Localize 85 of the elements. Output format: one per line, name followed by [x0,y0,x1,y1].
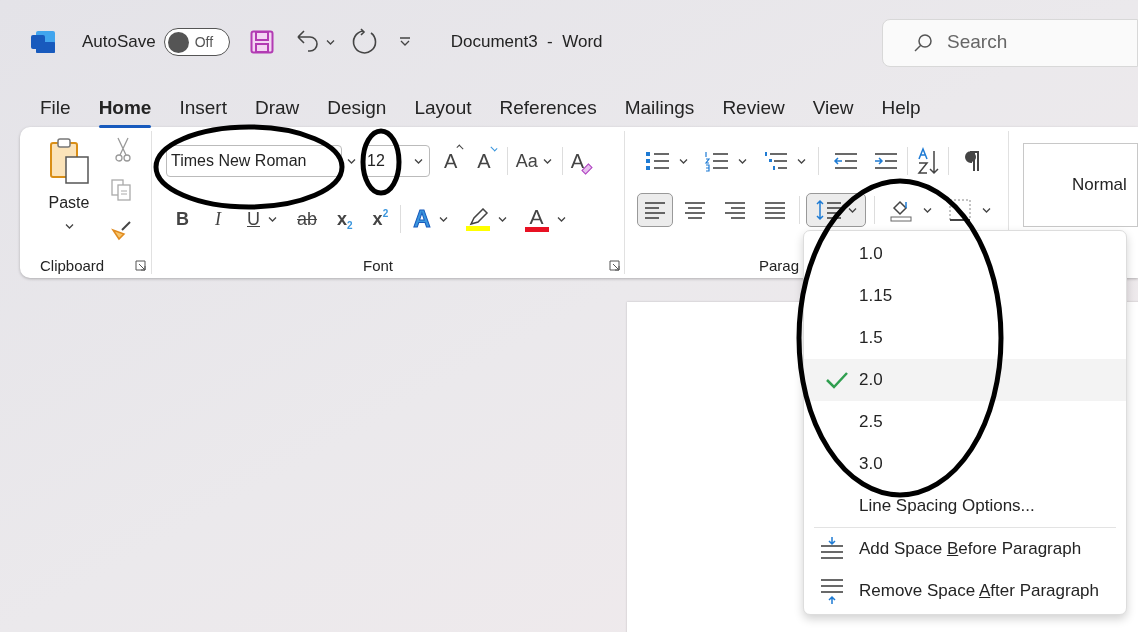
dialog-launcher-icon[interactable] [609,260,620,271]
menu-item[interactable]: 3.0 [804,443,1126,485]
group-label: Font [363,256,393,276]
shrink-font-button[interactable]: A [477,146,497,176]
ribbon-tab[interactable]: View [812,90,854,126]
ribbon-tab[interactable]: Help [881,90,921,126]
ribbon-tab[interactable]: Home [98,90,152,126]
change-case-button[interactable]: Aa [515,147,538,175]
strikethrough-button[interactable]: ab [297,205,318,233]
scissors-icon[interactable] [114,137,132,163]
search-icon [913,32,933,53]
ribbon-tab[interactable]: Layout [414,90,472,126]
caret-icon[interactable] [497,215,507,223]
ribbon-tab[interactable]: References [499,90,597,126]
ribbon-tab[interactable]: Draw [254,90,300,126]
autosave-label: AutoSave [82,31,156,54]
increase-indent-icon[interactable] [873,151,899,171]
caret-icon[interactable] [923,206,932,214]
grow-font-button[interactable]: A [444,146,464,176]
ribbon-tab[interactable]: Review [722,90,785,126]
font-color-button[interactable]: A [524,206,549,232]
caret-icon [847,206,857,214]
bullets-icon[interactable] [645,150,671,172]
menu-item[interactable]: 1.0 [804,233,1126,275]
word-logo-icon[interactable] [30,30,56,54]
search-input[interactable]: Search [947,28,1097,57]
caret-icon[interactable] [325,38,335,46]
redo-icon[interactable] [350,28,379,56]
line-spacing-icon [815,199,842,221]
align-center-icon [683,200,707,220]
paste-button[interactable]: Paste [42,137,96,237]
document-title: Document3 - Word [450,31,603,54]
menu-item[interactable]: 1.5 [804,317,1126,359]
menu-item[interactable]: 2.0 [804,359,1126,401]
group-label: Parag [759,256,800,276]
borders-icon[interactable] [948,198,972,222]
caret-icon[interactable] [738,157,747,165]
align-justify-icon [763,200,787,220]
font-name-field[interactable]: Times New Roman [166,145,342,177]
paintbrush-icon[interactable] [110,219,132,241]
style-gallery-item[interactable]: Normal [1023,143,1138,227]
customize-icon[interactable] [398,36,411,48]
clear-formatting-button[interactable]: A [570,146,593,176]
align-left-button[interactable] [637,193,673,227]
menu-item[interactable]: Remove Space After Paragraph [804,570,1126,612]
underline-button[interactable]: U [247,205,260,233]
caret-icon[interactable] [556,215,566,223]
caret-icon[interactable] [797,157,806,165]
group-label: Clipboard [40,256,105,276]
clipboard-icon [48,137,90,185]
caret-icon[interactable] [438,215,448,223]
annotation-ellipse [360,128,402,196]
caret-icon[interactable] [542,157,552,165]
menu-item[interactable]: 2.5 [804,401,1126,443]
caret-icon [414,157,423,165]
pilcrow-icon[interactable] [963,150,981,172]
add-space-before-icon [818,537,845,561]
ribbon-tab[interactable]: Insert [179,90,227,126]
italic-button[interactable]: I [215,205,221,233]
decrease-indent-icon[interactable] [833,151,859,171]
caret-icon [64,223,74,230]
ribbon-tab[interactable]: Design [327,90,387,126]
numbering-icon[interactable] [704,150,730,172]
shading-icon[interactable] [889,198,913,222]
save-icon[interactable] [249,30,274,54]
caret-icon[interactable] [347,157,356,165]
sort-icon[interactable] [916,147,940,175]
remove-space-after-icon [818,578,845,604]
highlight-button[interactable] [465,207,490,231]
align-right-icon [723,200,747,220]
menu-item[interactable]: 1.15 [804,275,1126,317]
autosave-toggle[interactable]: Off [163,28,230,56]
bold-button[interactable]: B [176,205,189,233]
search-field[interactable]: Search [882,18,1138,67]
caret-icon[interactable] [679,157,688,165]
dialog-launcher-icon[interactable] [135,260,146,271]
menu-item[interactable]: Line Spacing Options... [804,485,1126,527]
ribbon-tab[interactable]: Mailings [624,90,695,126]
caret-icon[interactable] [982,206,991,214]
caret-icon[interactable] [268,215,277,223]
menu-item[interactable]: Add Space Before Paragraph [804,528,1126,570]
check-icon [825,371,849,389]
multilevel-list-icon[interactable] [763,150,789,172]
ribbon-tab[interactable]: File [40,90,71,126]
align-left-icon [643,200,667,220]
